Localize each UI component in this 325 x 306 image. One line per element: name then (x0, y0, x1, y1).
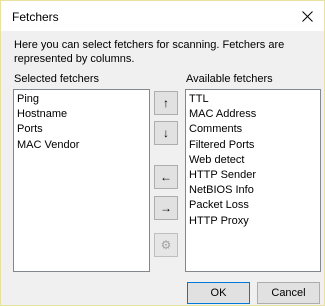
list-item[interactable]: Comments (188, 122, 320, 137)
list-item[interactable]: TTL (188, 92, 320, 107)
available-fetchers-label: Available fetchers (186, 73, 273, 85)
close-button[interactable] (290, 1, 324, 31)
fetcher-options-button[interactable]: ⚙ (154, 233, 178, 257)
list-item[interactable]: Hostname (16, 107, 149, 122)
title-bar: Fetchers (1, 1, 324, 31)
arrow-up-icon: ↑ (163, 96, 169, 110)
arrow-down-icon: ↓ (163, 126, 169, 140)
fetchers-dialog: Fetchers Here you can select fetchers fo… (0, 0, 325, 306)
gear-icon: ⚙ (160, 238, 172, 252)
list-item[interactable]: HTTP Sender (188, 168, 320, 183)
dialog-body: Here you can select fetchers for scannin… (1, 31, 324, 305)
selected-fetchers-label: Selected fetchers (14, 73, 99, 85)
list-item[interactable]: MAC Address (188, 107, 320, 122)
list-item[interactable]: HTTP Proxy (188, 214, 320, 229)
available-fetchers-list[interactable]: TTL MAC Address Comments Filtered Ports … (185, 89, 321, 272)
list-item[interactable]: Filtered Ports (188, 138, 320, 153)
list-item[interactable]: Ping (16, 92, 149, 107)
list-item[interactable]: NetBIOS Info (188, 183, 320, 198)
list-item[interactable]: Packet Loss (188, 198, 320, 213)
close-icon (301, 10, 313, 22)
list-item[interactable]: Ports (16, 122, 149, 137)
move-up-button[interactable]: ↑ (154, 91, 178, 115)
description-text: Here you can select fetchers for scannin… (14, 39, 285, 65)
dialog-title: Fetchers (12, 10, 59, 24)
selected-fetchers-list[interactable]: Ping Hostname Ports MAC Vendor (13, 89, 150, 272)
list-item[interactable]: Web detect (188, 153, 320, 168)
cancel-button[interactable]: Cancel (257, 282, 320, 304)
arrow-left-icon: ← (160, 170, 172, 184)
arrow-right-icon: → (160, 201, 172, 215)
cancel-button-label: Cancel (271, 287, 306, 299)
ok-button-label: OK (210, 287, 227, 299)
move-down-button[interactable]: ↓ (154, 121, 178, 145)
remove-fetcher-button[interactable]: → (154, 196, 178, 220)
list-item[interactable]: MAC Vendor (16, 138, 149, 153)
add-fetcher-button[interactable]: ← (154, 165, 178, 189)
ok-button[interactable]: OK (187, 282, 250, 304)
